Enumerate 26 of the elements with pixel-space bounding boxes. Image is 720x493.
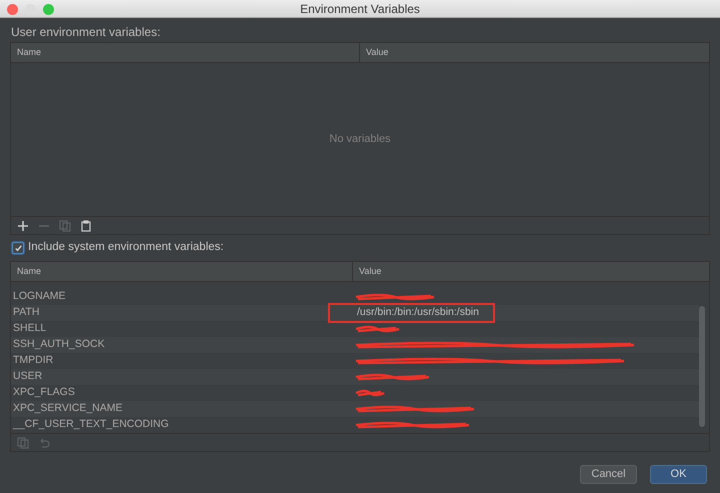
- column-header[interactable]: Value: [360, 43, 709, 62]
- variable-name: USER: [13, 370, 42, 382]
- variable-value: /usr/bin:/bin:/usr/sbin:/sbin: [357, 305, 479, 320]
- checkbox[interactable]: [12, 242, 24, 254]
- variable-name: LOGNAME: [13, 290, 66, 302]
- variable-name: XPC_SERVICE_NAME: [13, 402, 123, 414]
- ok-button[interactable]: OK: [650, 465, 707, 484]
- empty-message: No variables: [329, 132, 391, 148]
- column-header[interactable]: Value: [353, 262, 709, 281]
- variable-name: __CF_USER_TEXT_ENCODING: [13, 418, 169, 430]
- section-label: User environment variables:: [10, 24, 162, 41]
- clipboard-icon[interactable]: [80, 220, 92, 232]
- checkbox-label: Include system environment variables:: [28, 240, 224, 256]
- add-icon[interactable]: [17, 220, 29, 232]
- scrollbar-thumb[interactable]: [699, 306, 705, 427]
- variable-name: PATH: [13, 306, 40, 318]
- window-control-button[interactable]: [43, 4, 54, 15]
- cancel-button[interactable]: Cancel: [580, 465, 637, 484]
- window-title: Environment Variables: [300, 0, 420, 18]
- column-header[interactable]: Name: [11, 43, 360, 62]
- variable-name: SSH_AUTH_SOCK: [13, 338, 105, 350]
- variable-name: SHELL: [13, 322, 46, 334]
- variable-name: XPC_FLAGS: [13, 386, 75, 398]
- window-control-button[interactable]: [7, 4, 18, 15]
- column-header[interactable]: Name: [11, 262, 353, 281]
- variable-name: TMPDIR: [13, 354, 54, 366]
